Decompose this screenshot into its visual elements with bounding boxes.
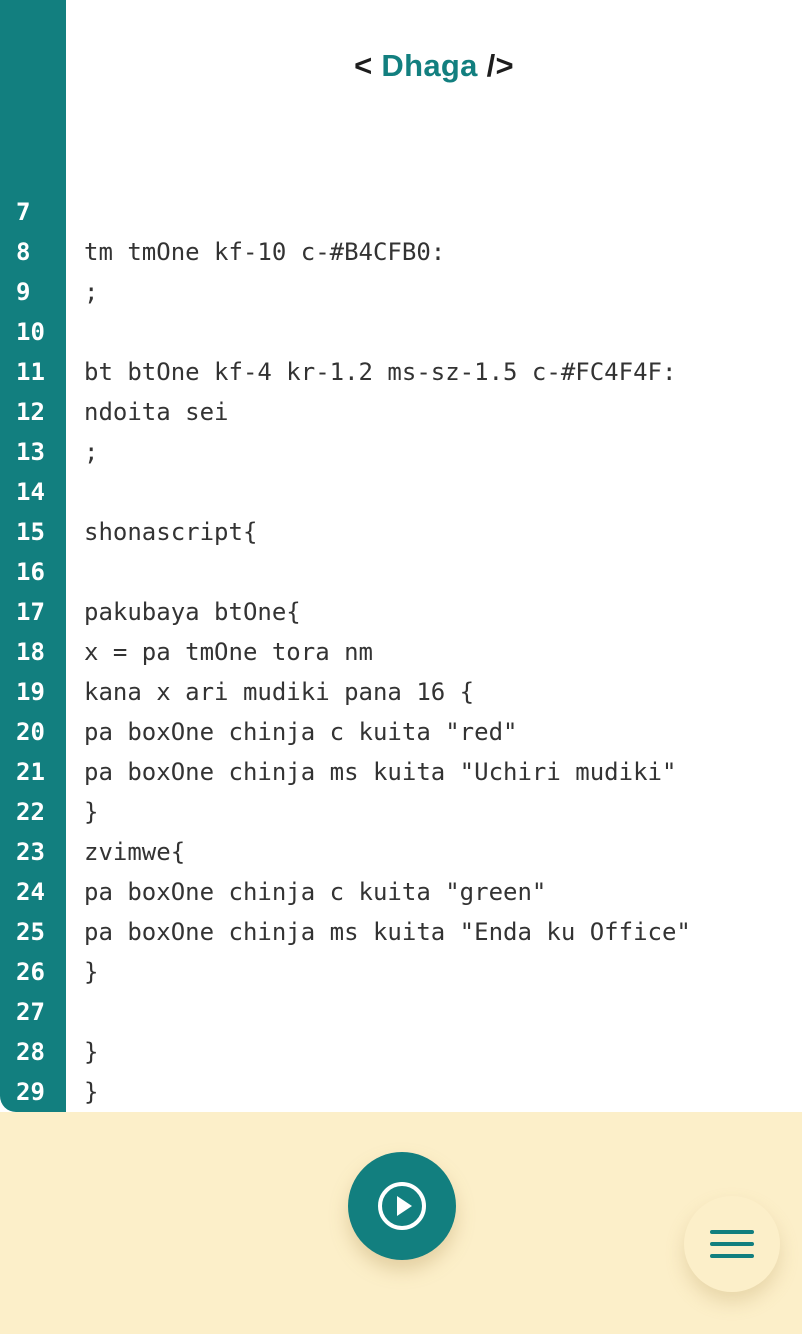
code-line[interactable]: 23 zvimwe{	[0, 832, 802, 872]
code-line[interactable]: 7	[0, 192, 802, 232]
line-number: 27	[16, 998, 45, 1026]
code-editor[interactable]: 7 8 tm tmOne kf-10 c-#B4CFB0: 9; 10 11 bt btOn…	[0, 192, 802, 1112]
app-header: < Dhaga />	[66, 0, 802, 150]
code-line[interactable]: 15 shonascript{	[0, 512, 802, 552]
code-line[interactable]: 24 pa boxOne chinja c kuita "green"	[0, 872, 802, 912]
hamburger-menu-icon	[710, 1230, 754, 1258]
code-text[interactable]: }	[84, 952, 98, 992]
line-number: 28	[16, 1038, 45, 1066]
code-text[interactable]: }	[84, 1072, 98, 1112]
line-number: 20	[16, 718, 45, 746]
line-number: 22	[16, 798, 45, 826]
code-line[interactable]: 28}	[0, 1032, 802, 1072]
code-text[interactable]: pakubaya btOne{	[84, 592, 301, 632]
line-number: 24	[16, 878, 45, 906]
title-close-bracket: />	[477, 48, 514, 83]
line-number: 18	[16, 638, 45, 666]
code-text[interactable]: bt btOne kf-4 kr-1.2 ms-sz-1.5 c-#FC4F4F…	[84, 352, 676, 392]
line-number: 10	[16, 318, 45, 346]
play-circle-icon	[378, 1182, 426, 1230]
code-text[interactable]: pa boxOne chinja ms kuita "Enda ku Offic…	[84, 912, 691, 952]
code-line[interactable]: 27	[0, 992, 802, 1032]
code-line[interactable]: 14	[0, 472, 802, 512]
code-line[interactable]: 19 kana x ari mudiki pana 16 {	[0, 672, 802, 712]
code-text[interactable]: kana x ari mudiki pana 16 {	[84, 672, 474, 712]
code-line[interactable]: 29}	[0, 1072, 802, 1112]
title-open-bracket: <	[354, 48, 382, 83]
code-line[interactable]: 20 pa boxOne chinja c kuita "red"	[0, 712, 802, 752]
line-number: 12	[16, 398, 45, 426]
code-line[interactable]: 12 ndoita sei	[0, 392, 802, 432]
code-line[interactable]: 26}	[0, 952, 802, 992]
code-line[interactable]: 16	[0, 552, 802, 592]
code-text[interactable]: }	[84, 1032, 98, 1072]
code-line[interactable]: 22}	[0, 792, 802, 832]
code-line[interactable]: 17 pakubaya btOne{	[0, 592, 802, 632]
line-number: 15	[16, 518, 45, 546]
code-text[interactable]: pa boxOne chinja c kuita "red"	[84, 712, 517, 752]
run-button[interactable]	[348, 1152, 456, 1260]
code-line[interactable]: 9;	[0, 272, 802, 312]
code-text[interactable]: shonascript{	[84, 512, 257, 552]
line-number: 21	[16, 758, 45, 786]
menu-button[interactable]	[684, 1196, 780, 1292]
line-number: 8	[16, 238, 31, 266]
line-number: 17	[16, 598, 45, 626]
code-line[interactable]: 11 bt btOne kf-4 kr-1.2 ms-sz-1.5 c-#FC4F…	[0, 352, 802, 392]
line-number: 16	[16, 558, 45, 586]
code-text[interactable]: zvimwe{	[84, 832, 185, 872]
code-line[interactable]: 13;	[0, 432, 802, 472]
code-text[interactable]: ;	[84, 272, 98, 312]
code-line[interactable]: 21 pa boxOne chinja ms kuita "Uchiri mudi…	[0, 752, 802, 792]
code-text[interactable]: pa boxOne chinja c kuita "green"	[84, 872, 546, 912]
code-text[interactable]: pa boxOne chinja ms kuita "Uchiri mudiki…	[84, 752, 676, 792]
code-line[interactable]: 8 tm tmOne kf-10 c-#B4CFB0:	[0, 232, 802, 272]
line-number: 7	[16, 198, 31, 226]
line-number: 11	[16, 358, 45, 386]
title-name: Dhaga	[381, 48, 478, 83]
line-number: 26	[16, 958, 45, 986]
code-line[interactable]: 18 x = pa tmOne tora nm	[0, 632, 802, 672]
line-number: 13	[16, 438, 45, 466]
line-number: 19	[16, 678, 45, 706]
code-text[interactable]: ;	[84, 432, 98, 472]
line-number: 29	[16, 1078, 45, 1106]
line-number: 14	[16, 478, 45, 506]
code-text[interactable]: }	[84, 792, 98, 832]
code-text[interactable]: x = pa tmOne tora nm	[84, 632, 373, 672]
line-number: 23	[16, 838, 45, 866]
code-line[interactable]: 25 pa boxOne chinja ms kuita "Enda ku Off…	[0, 912, 802, 952]
line-number: 25	[16, 918, 45, 946]
app-title: < Dhaga />	[66, 48, 802, 84]
code-text[interactable]: tm tmOne kf-10 c-#B4CFB0:	[84, 232, 445, 272]
code-line[interactable]: 10	[0, 312, 802, 352]
code-text[interactable]: ndoita sei	[84, 392, 229, 432]
line-number: 9	[16, 278, 31, 306]
